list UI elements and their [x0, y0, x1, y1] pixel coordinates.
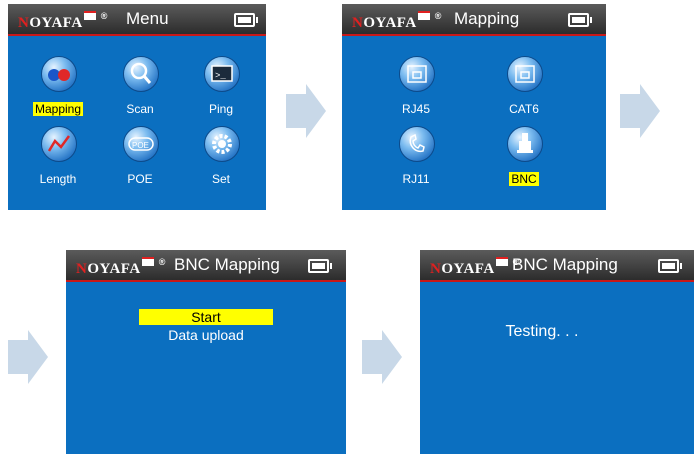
screen-bnc-mapping-menu: NOYAFA ® BNC Mapping Start Data upload — [66, 250, 346, 454]
screen-title: BNC Mapping — [512, 255, 618, 274]
menu-item-cat6[interactable]: CAT6 — [492, 102, 556, 116]
bnc-icon[interactable] — [507, 126, 543, 162]
rj11-icon[interactable] — [399, 126, 435, 162]
mapping-icon[interactable] — [41, 56, 77, 92]
battery-icon — [234, 13, 258, 27]
menu-item-bnc[interactable]: BNC — [492, 172, 556, 186]
arrow-right-icon — [620, 84, 660, 138]
battery-icon — [658, 259, 682, 273]
poe-icon[interactable]: POE — [123, 126, 159, 162]
noyafa-logo: NOYAFA ® — [430, 257, 520, 277]
menu-item-length[interactable]: Length — [26, 172, 90, 186]
rj45-icon[interactable] — [399, 56, 435, 92]
title-bar: NOYAFA ® Menu — [8, 4, 266, 36]
menu-item-rj45[interactable]: RJ45 — [384, 102, 448, 116]
noyafa-logo: NOYAFA ® — [352, 11, 442, 31]
length-icon[interactable] — [41, 126, 77, 162]
arrow-right-icon — [8, 330, 48, 384]
ping-icon[interactable]: >_ — [204, 56, 240, 92]
menu-item-mapping[interactable]: Mapping — [26, 102, 90, 116]
title-bar: NOYAFA ® BNC Mapping — [420, 250, 694, 282]
cat6-icon[interactable] — [507, 56, 543, 92]
start-menu-item[interactable]: Start — [139, 309, 273, 325]
testing-status: Testing. . . — [505, 323, 579, 340]
noyafa-logo: NOYAFA ® — [76, 257, 166, 277]
arrow-right-icon — [362, 330, 402, 384]
arrow-right-icon — [286, 84, 326, 138]
screen-title: Mapping — [454, 9, 520, 28]
set-icon[interactable] — [204, 126, 240, 162]
screen-title: Menu — [126, 9, 169, 28]
scan-icon[interactable] — [123, 56, 159, 92]
menu-item-scan[interactable]: Scan — [108, 102, 172, 116]
menu-item-ping[interactable]: Ping — [189, 102, 253, 116]
data-upload-menu-item[interactable]: Data upload — [139, 327, 273, 343]
svg-text:POE: POE — [132, 141, 149, 150]
noyafa-logo: NOYAFA ® — [18, 11, 108, 31]
menu-item-rj11[interactable]: RJ11 — [384, 172, 448, 186]
screen-menu: NOYAFA ® Menu Mapping Scan >_ Ping Length… — [8, 4, 266, 210]
battery-icon — [568, 13, 592, 27]
screen-bnc-testing: NOYAFA ® BNC Mapping Testing. . . — [420, 250, 694, 454]
svg-text:>_: >_ — [215, 71, 226, 81]
title-bar: NOYAFA ® BNC Mapping — [66, 250, 346, 282]
screen-title: BNC Mapping — [174, 255, 280, 274]
screen-mapping: NOYAFA ® Mapping RJ45 CAT6 RJ11 BNC — [342, 4, 606, 210]
battery-icon — [308, 259, 332, 273]
title-bar: NOYAFA ® Mapping — [342, 4, 606, 36]
menu-item-set[interactable]: Set — [189, 172, 253, 186]
menu-item-poe[interactable]: POE — [108, 172, 172, 186]
